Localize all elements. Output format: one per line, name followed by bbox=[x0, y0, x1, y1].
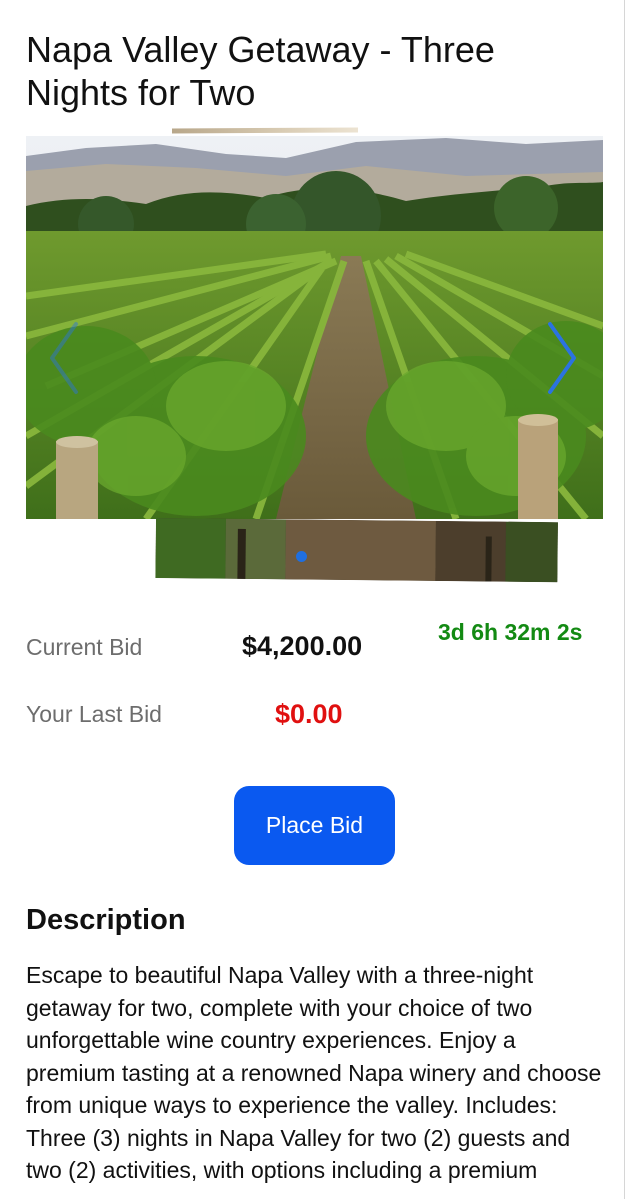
image-carousel[interactable] bbox=[26, 127, 603, 588]
time-remaining: 3d 6h 32m 2s bbox=[438, 619, 583, 645]
description-text: Escape to beautiful Napa Valley with a t… bbox=[26, 962, 602, 1183]
carousel-image-edge bbox=[171, 127, 359, 134]
place-bid-button[interactable]: Place Bid bbox=[234, 786, 395, 865]
current-bid-label: Current Bid bbox=[26, 634, 143, 660]
carousel-main-image[interactable] bbox=[26, 136, 603, 519]
auction-item-page: Napa Valley Getaway - Three Nights for T… bbox=[0, 0, 629, 1199]
last-bid-label: Your Last Bid bbox=[26, 701, 162, 727]
vineyard-photo bbox=[26, 136, 603, 519]
carousel-prev-button[interactable] bbox=[44, 318, 84, 398]
carousel-next-image-preview bbox=[155, 518, 558, 583]
page-title: Napa Valley Getaway - Three Nights for T… bbox=[26, 29, 495, 113]
description-heading: Description bbox=[26, 904, 186, 936]
vineyard-photo-strip bbox=[155, 518, 558, 583]
chevron-left-icon bbox=[50, 322, 78, 394]
current-bid-value: $4,200.00 bbox=[242, 631, 363, 661]
scroll-edge-divider bbox=[624, 0, 625, 1199]
carousel-next-button[interactable] bbox=[542, 318, 582, 398]
chevron-right-icon bbox=[548, 322, 576, 394]
last-bid-value: $0.00 bbox=[275, 699, 343, 729]
carousel-page-indicator[interactable] bbox=[296, 551, 307, 562]
